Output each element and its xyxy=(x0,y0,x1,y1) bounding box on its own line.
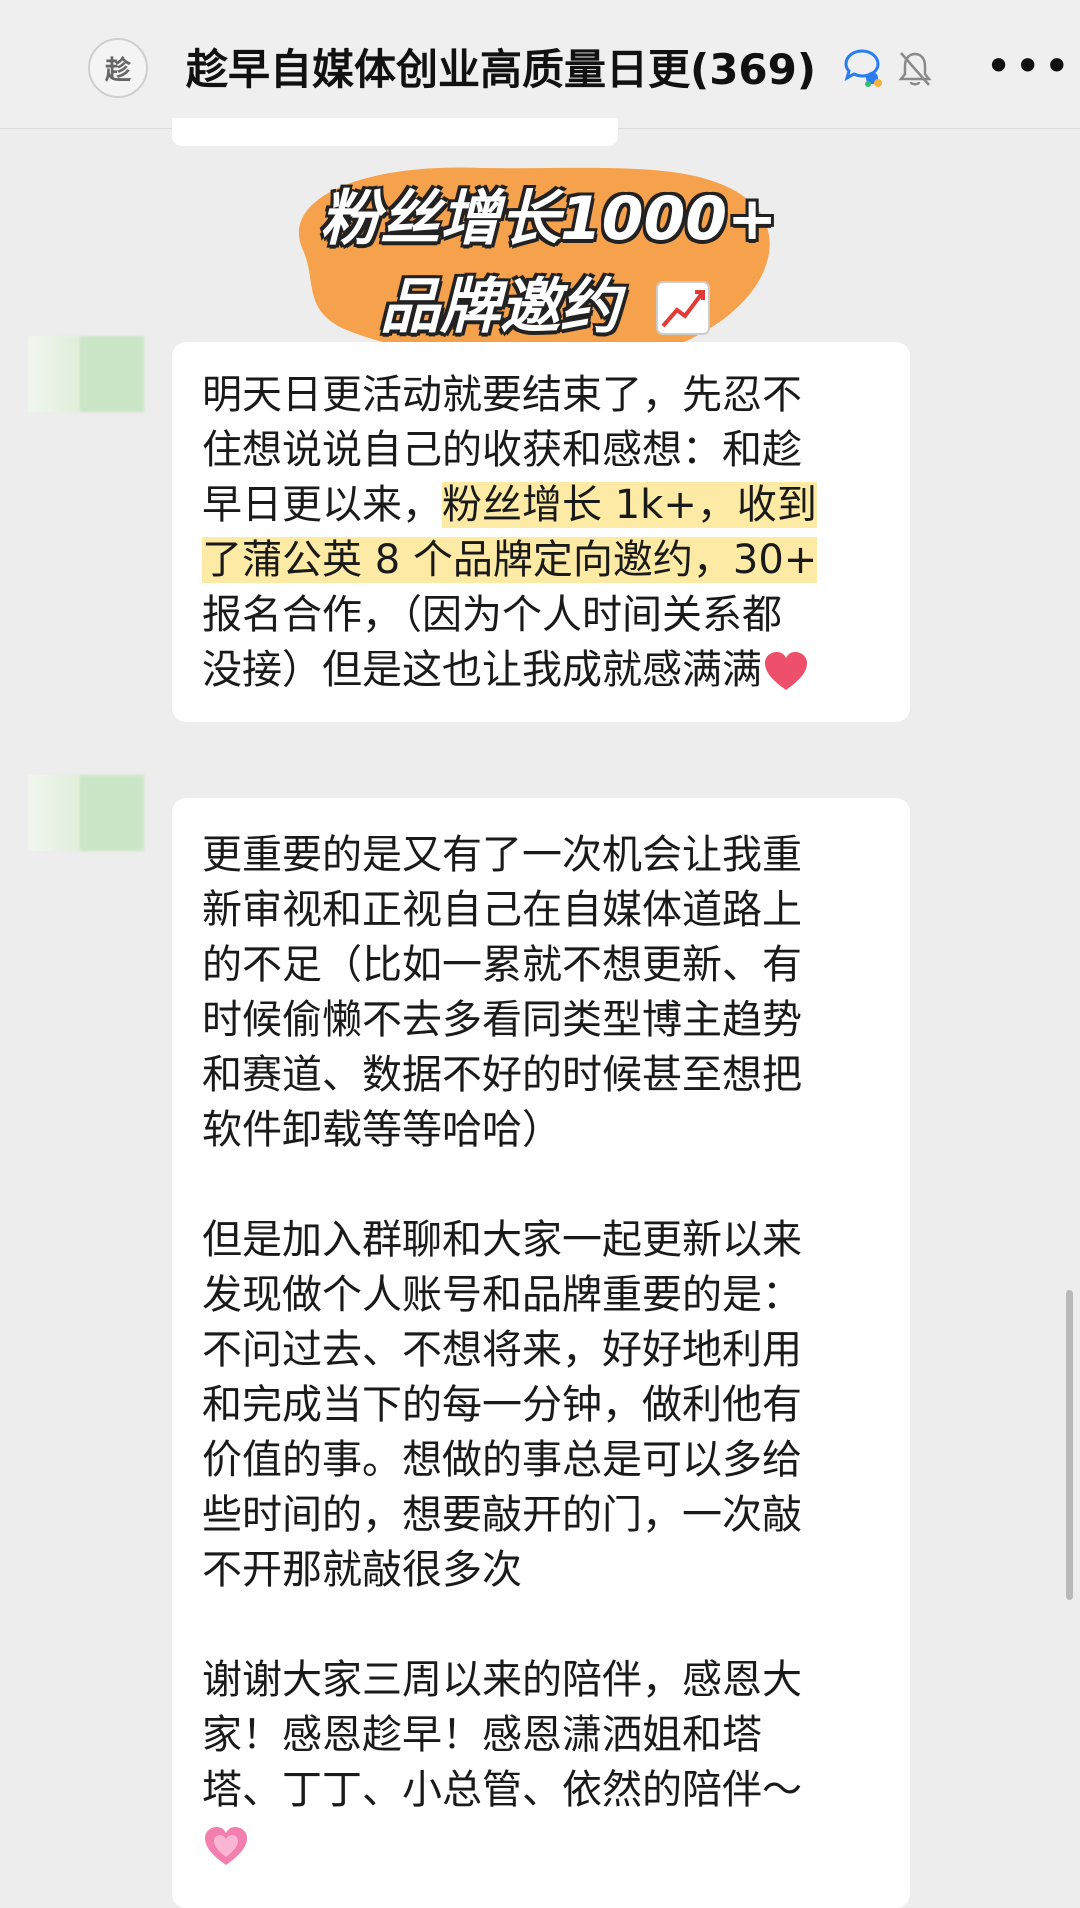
message-line: 时候偷懒不去多看同类型博主趋势 xyxy=(202,997,802,1043)
message-bubble-2[interactable]: 更重要的是又有了一次机会让我重 新审视和正视自己在自媒体道路上 的不足（比如一累… xyxy=(172,798,910,1908)
message-line: 没接）但是这也让我成就感满满 xyxy=(202,647,762,693)
message-line: 早日更以来， xyxy=(202,482,442,528)
message-line: 报名合作，（因为个人时间关系都 xyxy=(202,592,782,638)
scrollbar[interactable] xyxy=(1066,1290,1073,1600)
group-avatar[interactable]: 趁 xyxy=(88,38,148,98)
message-line: 不开那就敲很多次 xyxy=(202,1547,522,1593)
message-line: 谢谢大家三周以来的陪伴，感恩大 xyxy=(202,1657,802,1703)
chart-up-emoji-icon xyxy=(656,281,710,335)
pink-heart-emoji-icon xyxy=(205,1827,247,1865)
sender-avatar-blurred[interactable] xyxy=(28,775,144,851)
message-line: 的不足（比如一累就不想更新、有 xyxy=(202,942,802,988)
red-heart-emoji-icon xyxy=(765,652,807,690)
sticker-image[interactable]: 粉丝增长1000+ 品牌邀约 xyxy=(270,140,790,358)
chat-header: 趁 趁早自媒体创业高质量日更(369) ••• xyxy=(0,0,1080,129)
message-line: 塔、丁丁、小总管、依然的陪伴～ xyxy=(202,1767,802,1813)
message-line: 和完成当下的每一分钟，做利他有 xyxy=(202,1382,802,1428)
highlighted-text: 了蒲公英 8 个品牌定向邀约，30+ xyxy=(202,537,818,583)
highlighted-text: 粉丝增长 1k+，收到 xyxy=(442,482,817,528)
message-line: 更重要的是又有了一次机会让我重 xyxy=(202,832,802,878)
message-bubble-1[interactable]: 明天日更活动就要结束了，先忍不 住想说说自己的收获和感想：和趁 早日更以来，粉丝… xyxy=(172,342,910,722)
message-line: 新审视和正视自己在自媒体道路上 xyxy=(202,887,802,933)
message-line: 软件卸载等等哈哈） xyxy=(202,1107,562,1153)
message-line: 家！感恩趁早！感恩潇洒姐和塔 xyxy=(202,1712,762,1758)
chat-title[interactable]: 趁早自媒体创业高质量日更(369) xyxy=(186,42,826,98)
group-avatar-glyph: 趁 xyxy=(104,55,131,86)
message-line: 发现做个人账号和品牌重要的是： xyxy=(202,1272,802,1318)
wecom-chat-icon xyxy=(844,49,882,87)
message-line: 些时间的，想要敲开的门，一次敲 xyxy=(202,1492,802,1538)
message-line: 不问过去、不想将来，好好地利用 xyxy=(202,1327,802,1373)
message-line: 但是加入群聊和大家一起更新以来 xyxy=(202,1217,802,1263)
sender-avatar-blurred[interactable] xyxy=(28,336,144,412)
message-line: 明天日更活动就要结束了，先忍不 xyxy=(202,372,802,418)
message-line: 价值的事。想做的事总是可以多给 xyxy=(202,1437,802,1483)
more-icon[interactable]: ••• xyxy=(985,43,1070,89)
mute-bell-icon xyxy=(898,52,932,86)
message-line: 和赛道、数据不好的时候甚至想把 xyxy=(202,1052,802,1098)
sticker-text-line2: 品牌邀约 xyxy=(380,272,620,342)
message-line: 住想说说自己的收获和感想：和趁 xyxy=(202,427,802,473)
sticker-text-line1: 粉丝增长1000+ xyxy=(320,184,778,254)
